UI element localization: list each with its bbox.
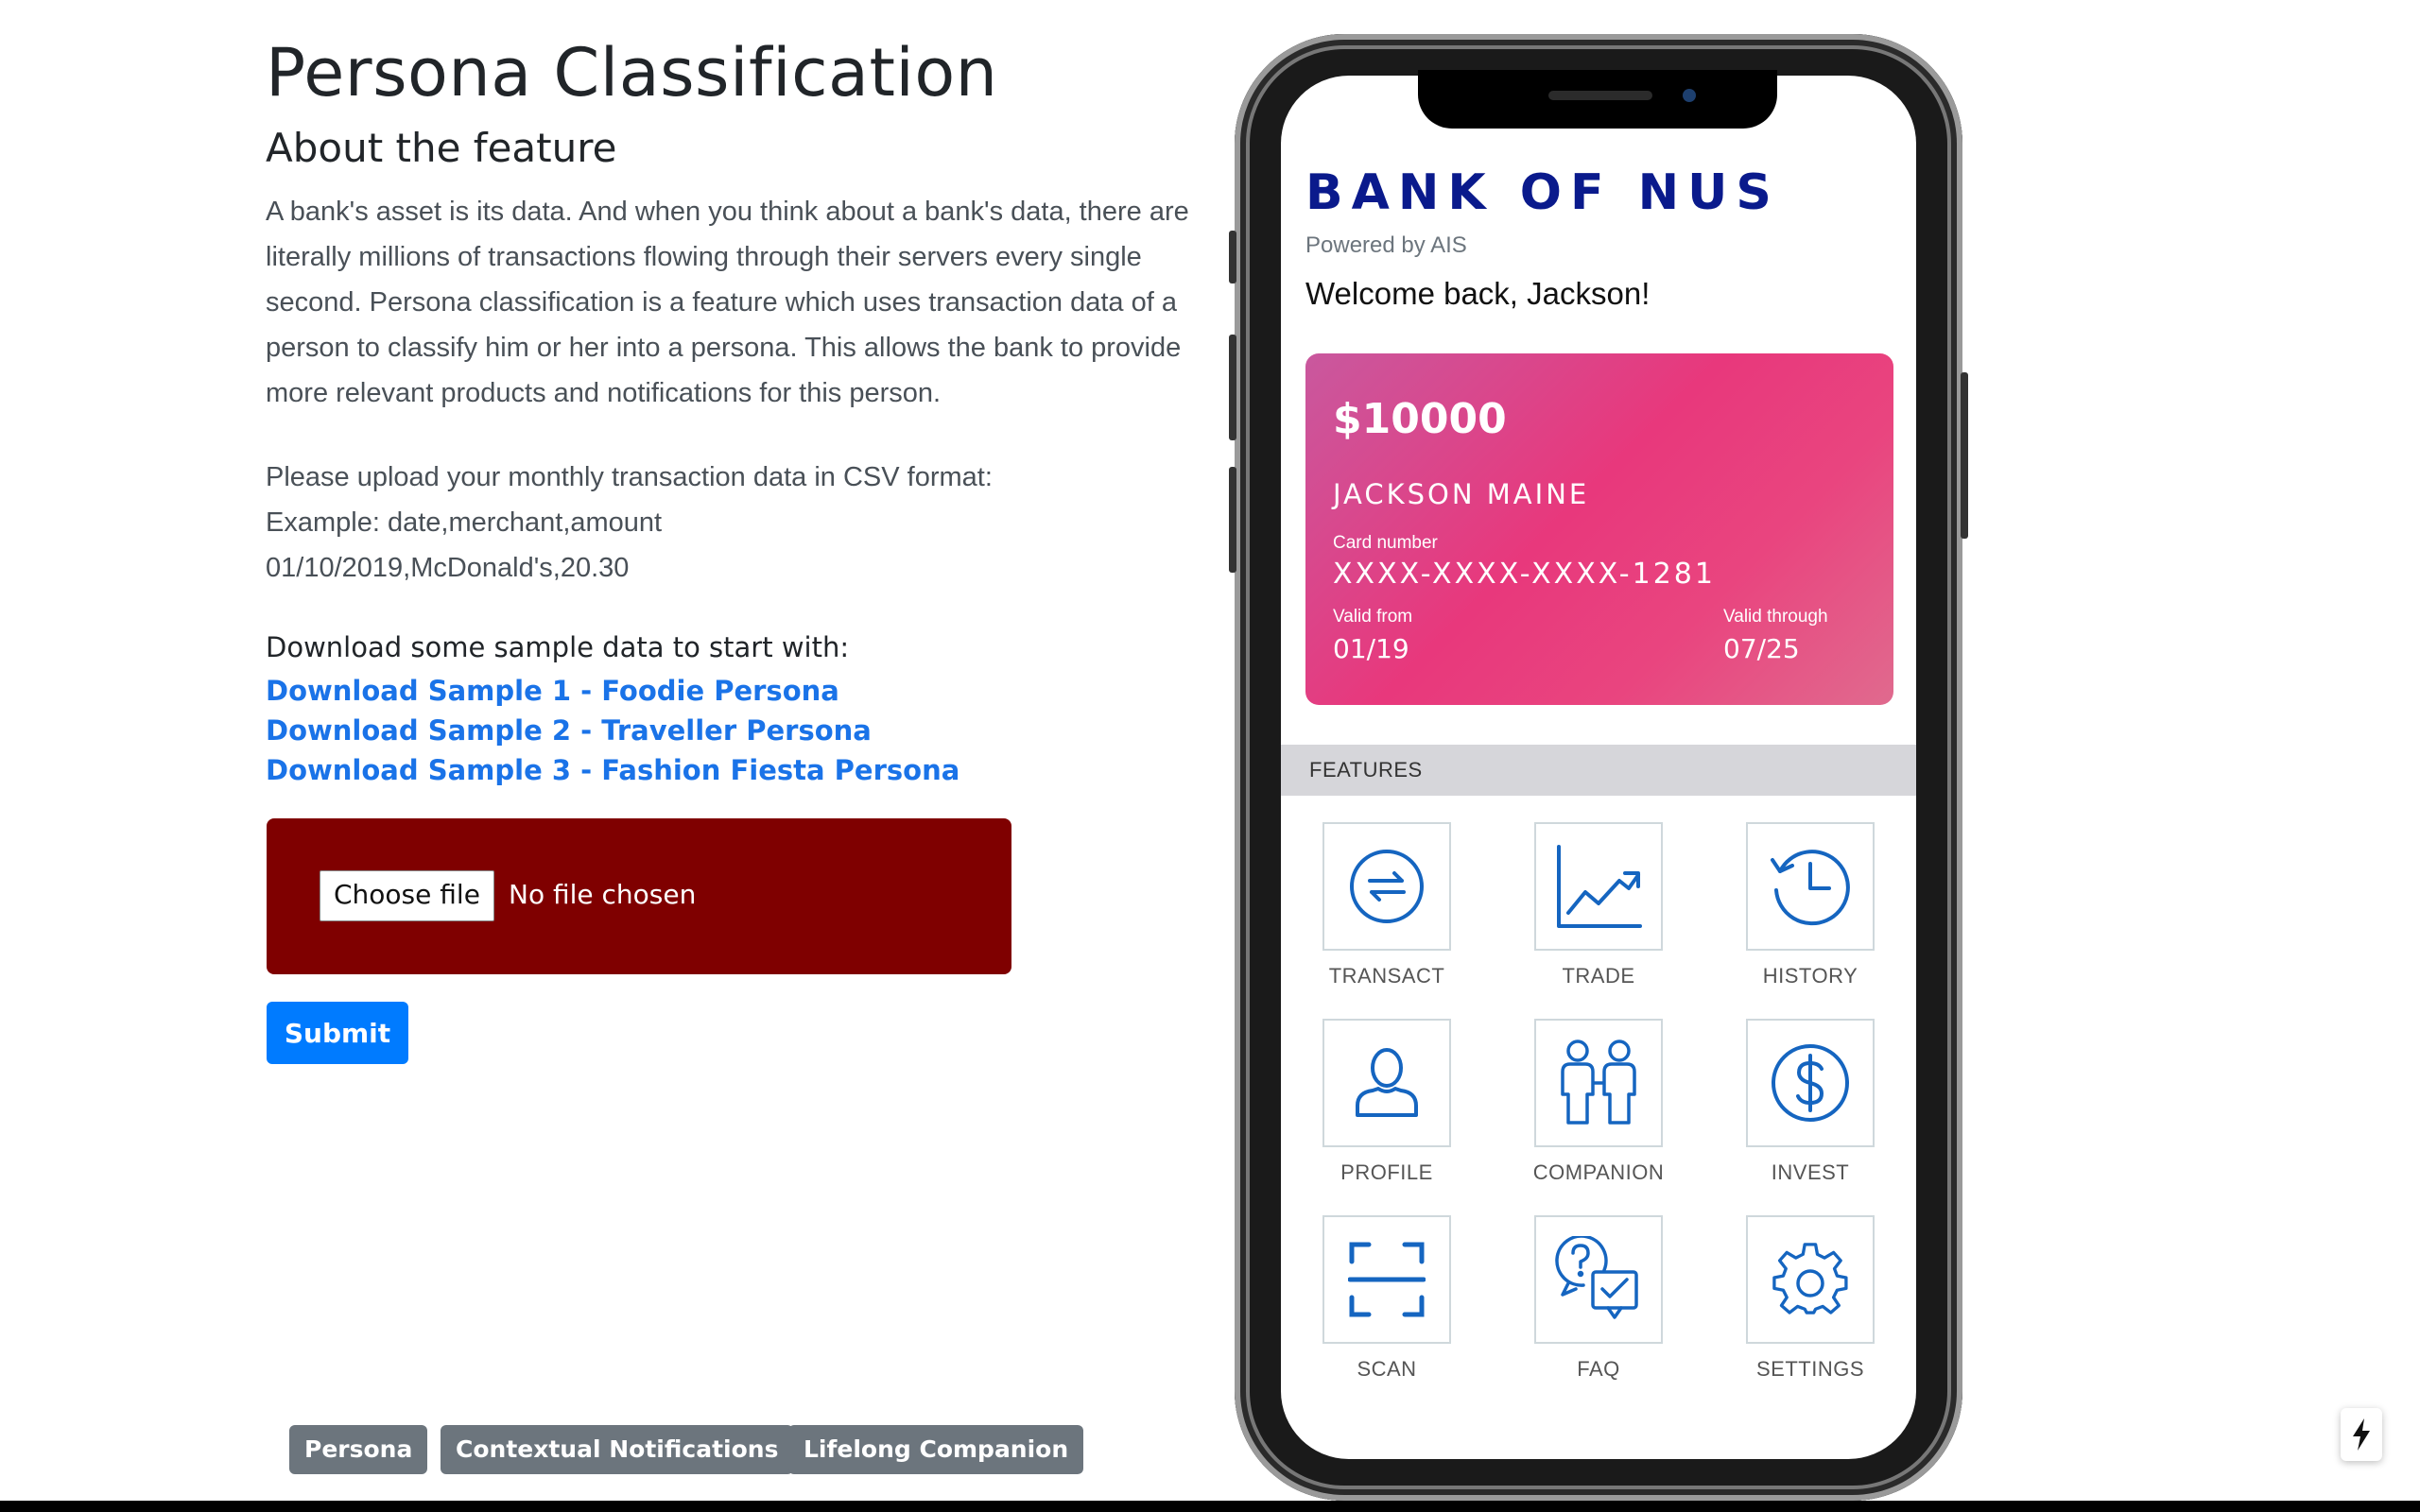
feature-trade[interactable]: TRADE [1513, 822, 1684, 988]
bank-card[interactable]: $10000 JACKSON MAINE Card number XXXX-XX… [1305, 353, 1893, 705]
valid-from-label: Valid from [1333, 607, 1413, 627]
feature-transact[interactable]: TRANSACT [1302, 822, 1472, 988]
feature-settings[interactable]: SETTINGS [1725, 1215, 1895, 1382]
feature-scan[interactable]: SCAN [1302, 1215, 1472, 1382]
feature-profile[interactable]: PROFILE [1302, 1019, 1472, 1185]
file-status-text: No file chosen [509, 879, 697, 910]
upload-example-header: Example: date,merchant,amount [266, 507, 663, 538]
choose-file-button[interactable]: Choose file [320, 870, 494, 921]
card-holder-name: JACKSON MAINE [1333, 478, 1590, 510]
download-heading: Download some sample data to start with: [266, 631, 850, 663]
feature-label: SETTINGS [1755, 1357, 1864, 1381]
invest-dollar-icon [1772, 1044, 1849, 1122]
welcome-message: Welcome back, Jackson! [1305, 276, 1651, 311]
scan-frame-icon [1348, 1242, 1426, 1317]
card-balance: $10000 [1333, 395, 1507, 443]
feature-companion[interactable]: COMPANION [1513, 1019, 1684, 1185]
trade-chart-icon [1557, 845, 1642, 928]
about-paragraph: A bank's asset is its data. And when you… [266, 197, 1189, 408]
page-title: Persona Classification [266, 34, 998, 112]
valid-through-label: Valid through [1723, 607, 1828, 627]
phone-screen: BANK OF NUS Powered by AIS Welcome back,… [1281, 76, 1916, 1459]
features-heading: FEATURES [1281, 745, 1916, 796]
phone-speaker [1548, 91, 1652, 100]
faq-question-icon [1555, 1236, 1638, 1319]
profile-person-icon [1356, 1048, 1418, 1117]
card-number-label: Card number [1333, 533, 1438, 553]
phone-power-button [1961, 372, 1968, 539]
feature-label: COMPANION [1532, 1160, 1665, 1184]
download-sample-3-link[interactable]: Download Sample 3 - Fashion Fiesta Perso… [266, 750, 959, 790]
feature-faq[interactable]: FAQ [1513, 1215, 1684, 1382]
valid-through-date: 07/25 [1723, 633, 1800, 664]
download-sample-2-link[interactable]: Download Sample 2 - Traveller Persona [266, 711, 959, 750]
tab-persona[interactable]: Persona [289, 1425, 428, 1474]
feature-label: TRANSACT [1328, 964, 1445, 988]
upload-instructions: Please upload your monthly transaction d… [266, 455, 1192, 591]
feature-label: PROFILE [1340, 1160, 1433, 1184]
phone-notch [1418, 70, 1777, 129]
feature-label: SCAN [1357, 1357, 1417, 1381]
download-links: Download Sample 1 - Foodie Persona Downl… [266, 671, 959, 790]
feature-label: HISTORY [1762, 964, 1858, 988]
file-upload-box: Choose file No file chosen [267, 818, 1011, 974]
submit-button[interactable]: Submit [267, 1002, 408, 1064]
page-subtitle: About the feature [266, 125, 617, 171]
settings-gear-icon [1772, 1243, 1848, 1314]
history-clock-icon [1771, 850, 1850, 926]
bank-name: BANK OF NUS [1305, 164, 1780, 221]
feature-label: INVEST [1771, 1160, 1850, 1184]
phone-mute-switch [1229, 231, 1236, 284]
feature-label: TRADE [1562, 964, 1635, 988]
tab-lifelong-companion[interactable]: Lifelong Companion [788, 1425, 1084, 1474]
lightning-bolt-icon [2353, 1418, 2370, 1451]
phone-volume-down [1229, 467, 1236, 573]
feature-history[interactable]: HISTORY [1725, 822, 1895, 988]
feature-label: FAQ [1577, 1357, 1620, 1381]
feature-invest[interactable]: INVEST [1725, 1019, 1895, 1185]
bottom-bar [0, 1501, 2420, 1512]
valid-from-date: 01/19 [1333, 633, 1409, 664]
transact-arrows-icon [1350, 850, 1424, 923]
tab-contextual-notifications[interactable]: Contextual Notifications [441, 1425, 794, 1474]
upload-instruction-line: Please upload your monthly transaction d… [266, 462, 993, 492]
phone-volume-up [1229, 335, 1236, 440]
card-number: XXXX-XXXX-XXXX-1281 [1333, 558, 1716, 591]
companion-people-icon [1561, 1040, 1636, 1125]
lightning-bolt-button[interactable] [2341, 1408, 2382, 1461]
upload-example-row: 01/10/2019,McDonald's,20.30 [266, 553, 630, 583]
download-sample-1-link[interactable]: Download Sample 1 - Foodie Persona [266, 671, 959, 711]
phone-camera [1683, 89, 1696, 102]
powered-by: Powered by AIS [1305, 232, 1467, 258]
